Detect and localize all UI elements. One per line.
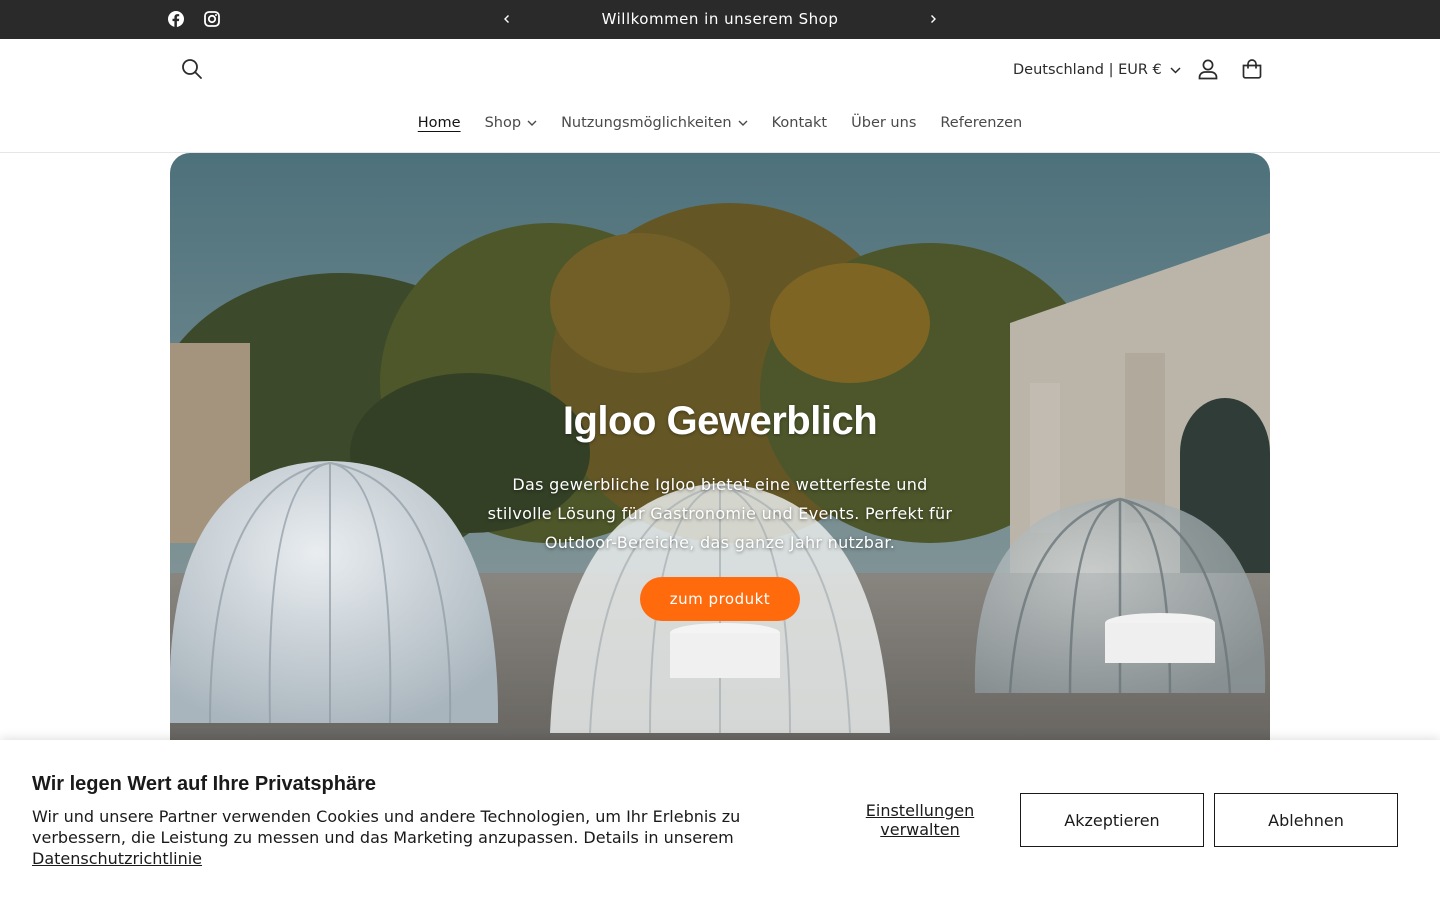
nav-item-label: Über uns <box>851 115 917 131</box>
nav-item-referenzen[interactable]: Referenzen <box>928 109 1034 137</box>
previous-announcement-button[interactable] <box>496 8 518 30</box>
cookie-description: Wir und unsere Partner verwenden Cookies… <box>32 806 772 869</box>
cookie-title: Wir legen Wert auf Ihre Privatsphäre <box>32 773 376 795</box>
privacy-policy-link[interactable]: Datenschutzrichtlinie <box>32 849 202 868</box>
search-icon <box>182 59 202 79</box>
announcement-message: Willkommen in unserem Shop <box>601 10 839 28</box>
chevron-down-icon <box>1170 66 1181 74</box>
hero-description: Das gewerbliche Igloo bietet eine wetter… <box>487 475 953 552</box>
next-announcement-button[interactable] <box>922 8 944 30</box>
cookie-description-text: Wir und unsere Partner verwenden Cookies… <box>32 807 741 847</box>
accept-button[interactable]: Akzeptieren <box>1020 793 1204 847</box>
hero-content: Igloo Gewerblich Das gewerbliche Igloo b… <box>170 399 1270 621</box>
instagram-icon[interactable] <box>203 10 221 28</box>
decline-button[interactable]: Ablehnen <box>1214 793 1398 847</box>
nav-item-home[interactable]: Home <box>406 109 473 137</box>
chevron-left-icon <box>504 15 509 23</box>
hero-banner: Igloo Gewerblich Das gewerbliche Igloo b… <box>170 153 1270 753</box>
nav-item-label: Nutzungsmöglichkeiten <box>561 115 732 131</box>
main-navigation: Home Shop Nutzungsmöglichkeiten Kontakt … <box>0 109 1440 137</box>
account-icon <box>1198 59 1218 80</box>
nav-item-label: Kontakt <box>771 115 828 131</box>
nav-item-label: Shop <box>484 115 522 131</box>
nav-item-kontakt[interactable]: Kontakt <box>760 109 840 137</box>
country-currency-selector[interactable]: Deutschland | EUR € <box>1013 58 1181 82</box>
account-button[interactable] <box>1188 49 1228 89</box>
country-currency-label: Deutschland | EUR € <box>1013 62 1162 78</box>
cookie-consent-banner: Wir legen Wert auf Ihre Privatsphäre Wir… <box>0 740 1440 900</box>
nav-item-ueber-uns[interactable]: Über uns <box>839 109 928 137</box>
chevron-down-icon <box>738 120 748 126</box>
hero-title: Igloo Gewerblich <box>562 399 878 443</box>
chevron-down-icon <box>527 120 537 126</box>
search-button[interactable] <box>172 49 212 89</box>
nav-item-label: Referenzen <box>940 115 1023 131</box>
announcement-bar: Willkommen in unserem Shop <box>0 0 1440 39</box>
chevron-right-icon <box>931 15 936 23</box>
nav-item-shop[interactable]: Shop <box>473 109 549 137</box>
manage-settings-link[interactable]: Einstellungen verwalten <box>850 801 990 839</box>
hero-cta-button[interactable]: zum produkt <box>639 577 801 621</box>
nav-item-label: Home <box>417 115 461 131</box>
cart-button[interactable] <box>1232 49 1272 89</box>
facebook-icon[interactable] <box>167 10 185 28</box>
nav-item-nutzungsmoeglichkeiten[interactable]: Nutzungsmöglichkeiten <box>549 109 760 137</box>
site-header: Deutschland | EUR € Home Shop Nutzungsmö… <box>0 39 1440 153</box>
cart-icon <box>1242 59 1262 79</box>
